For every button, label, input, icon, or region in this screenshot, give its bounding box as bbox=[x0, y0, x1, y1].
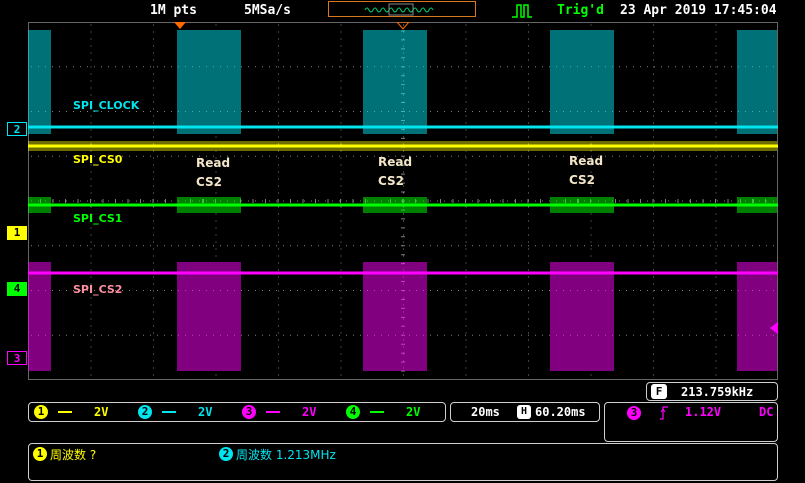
ch2-clock-burst bbox=[550, 30, 614, 134]
channel-3-volts: 2V bbox=[302, 405, 317, 419]
ch2-clock-burst bbox=[28, 30, 51, 134]
rising-edge-icon bbox=[660, 406, 668, 420]
channel-3-icon: 3 bbox=[242, 405, 256, 419]
trace-label-spi-cs0: SPI_CS0 bbox=[73, 153, 123, 166]
measure-ch2-icon: 2 bbox=[219, 447, 233, 461]
ch2-offset-marker[interactable]: 2 bbox=[7, 122, 27, 136]
dc-coupling-icon bbox=[162, 411, 176, 415]
ch3-burst bbox=[737, 262, 777, 371]
channel-1-scale[interactable]: 1 2V bbox=[34, 405, 134, 421]
channel-2-icon: 2 bbox=[138, 405, 152, 419]
channel-2-volts: 2V bbox=[198, 405, 213, 419]
waveform-overview[interactable] bbox=[328, 1, 476, 17]
channel-1-volts: 2V bbox=[94, 405, 109, 419]
waveform-display[interactable]: SPI_CLOCK SPI_CS0 SPI_CS1 SPI_CS2 Read C… bbox=[28, 22, 778, 380]
trigger-level: 1.12V bbox=[685, 405, 722, 419]
trigger-status: Trig'd bbox=[557, 3, 604, 18]
trace-label-spi-cs2: SPI_CS2 bbox=[73, 283, 122, 296]
frequency-counter[interactable]: F 213.759kHz bbox=[646, 382, 778, 401]
channel-1-icon: 1 bbox=[34, 405, 48, 419]
ch3-burst bbox=[28, 262, 51, 371]
trace-label-spi-cs1: SPI_CS1 bbox=[73, 212, 122, 225]
top-status-bar: 1M pts 5MSa/s Trig'd 23 Apr 2019 17:45:0… bbox=[0, 0, 805, 22]
ch3-burst bbox=[550, 262, 614, 371]
ch3-offset-marker[interactable]: 3 bbox=[7, 351, 27, 365]
measurement-panel: 1 周波数 ? 2 周波数 1.213MHz bbox=[28, 443, 778, 481]
channel-4-scale[interactable]: 4 2V bbox=[346, 405, 446, 421]
date-time: 23 Apr 2019 17:45:04 bbox=[620, 3, 777, 18]
sample-rate: 5MSa/s bbox=[244, 3, 291, 18]
timebase-panel[interactable]: 20ms H 60.20ms bbox=[450, 402, 600, 422]
measure-ch1-icon: 1 bbox=[33, 447, 47, 461]
ch2-clock-burst bbox=[177, 30, 241, 134]
trigger-coupling: DC bbox=[759, 405, 774, 419]
trigger-panel[interactable]: 3 1.12V DC bbox=[604, 402, 778, 442]
measure-ch1-frequency[interactable]: 周波数 ? bbox=[50, 446, 96, 463]
annotation-read-3: Read bbox=[569, 154, 603, 168]
annotation-cs2-1: CS2 bbox=[196, 175, 222, 189]
annotation-cs2-2: CS2 bbox=[378, 174, 404, 188]
channel-4-volts: 2V bbox=[406, 405, 421, 419]
ch4-offset-marker[interactable]: 4 bbox=[7, 282, 27, 296]
ch1-offset-marker[interactable]: 1 bbox=[7, 226, 27, 240]
trace-label-spi-clock: SPI_CLOCK bbox=[73, 99, 140, 112]
timebase-scale: 20ms bbox=[471, 405, 500, 419]
channel-3-scale[interactable]: 3 2V bbox=[242, 405, 342, 421]
trigger-position-marker-icon bbox=[174, 22, 186, 29]
annotation-cs2-3: CS2 bbox=[569, 173, 595, 187]
ch2-clock-burst bbox=[737, 30, 777, 134]
annotation-read-1: Read bbox=[196, 156, 230, 170]
annotation-read-2: Read bbox=[378, 155, 412, 169]
graticule-grid bbox=[28, 22, 778, 380]
ch3-burst bbox=[363, 262, 427, 371]
ch2-clock-burst bbox=[363, 30, 427, 134]
trigger-edge-icon bbox=[512, 4, 532, 18]
horizontal-delay-icon: H bbox=[517, 405, 531, 419]
horizontal-delay: 60.20ms bbox=[535, 405, 586, 419]
channel-2-scale[interactable]: 2 2V bbox=[138, 405, 238, 421]
trigger-position-markers bbox=[174, 22, 410, 30]
dc-coupling-icon bbox=[370, 411, 384, 415]
memory-depth: 1M pts bbox=[150, 3, 197, 18]
counter-icon: F bbox=[651, 384, 667, 399]
channel-4-icon: 4 bbox=[346, 405, 360, 419]
dc-coupling-icon bbox=[266, 411, 280, 415]
dc-coupling-icon bbox=[58, 411, 72, 415]
trigger-level-arrow-icon[interactable] bbox=[770, 322, 778, 334]
measure-ch2-frequency[interactable]: 周波数 1.213MHz bbox=[236, 446, 336, 463]
ch1-noise bbox=[28, 141, 777, 151]
ch3-burst bbox=[177, 262, 241, 371]
trigger-source: 3 bbox=[627, 406, 641, 420]
counter-value: 213.759kHz bbox=[681, 385, 754, 399]
overview-waveform-icon bbox=[364, 3, 434, 16]
